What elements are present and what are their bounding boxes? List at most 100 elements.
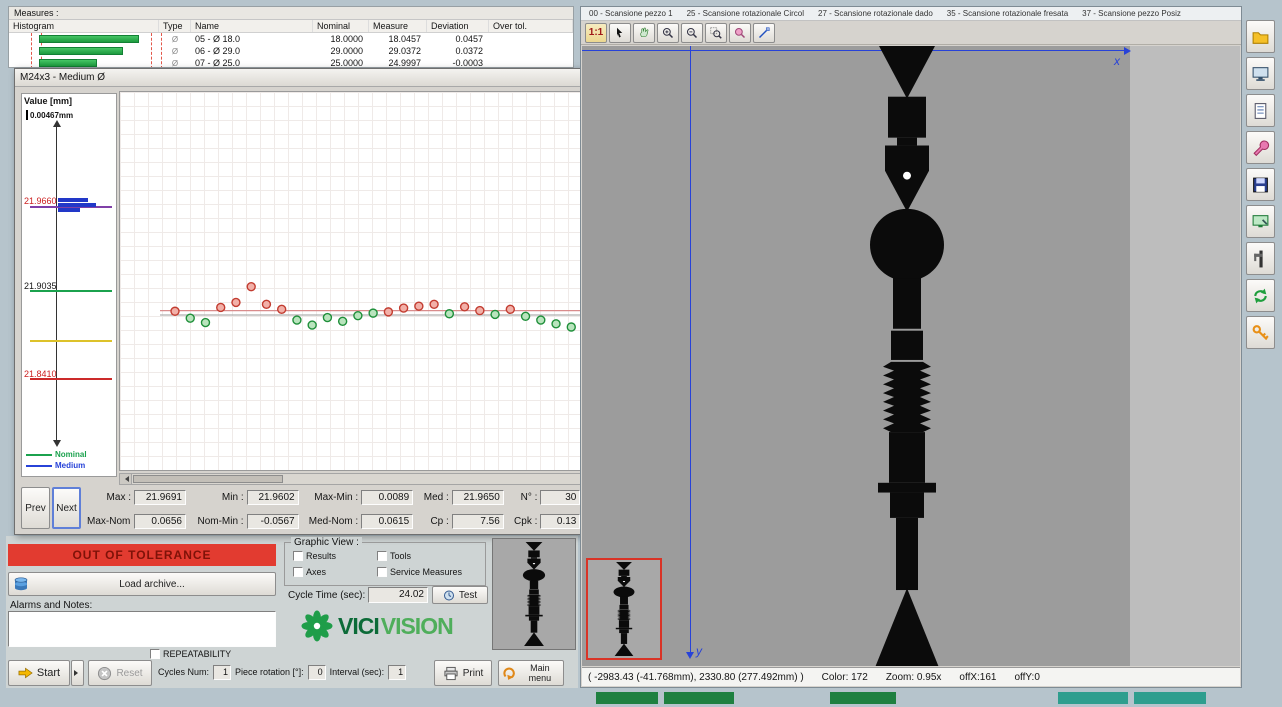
right-toolbar [1246, 20, 1276, 349]
measure-row[interactable]: Ø 07 - Ø 25.0 25.0000 24.9997 -0.0003 [9, 57, 573, 68]
refresh-button[interactable] [1246, 279, 1275, 312]
stat-label: Med : [415, 492, 449, 503]
test-button[interactable]: Test [432, 586, 488, 604]
next-button[interactable]: Next [52, 487, 81, 529]
checkbox-icon[interactable] [377, 567, 387, 577]
measure-name: 06 - Ø 29.0 [191, 46, 313, 56]
taskbar-fragment[interactable] [1134, 692, 1206, 704]
load-archive-label: Load archive... [33, 579, 271, 590]
checkbox-icon[interactable] [293, 567, 303, 577]
alarms-notes-input[interactable] [8, 611, 276, 647]
prev-button[interactable]: Prev [21, 487, 50, 529]
start-arrow-icon [18, 667, 33, 679]
col-type[interactable]: Type [159, 20, 191, 32]
stat-cpk: Cpk :0.13 [505, 514, 580, 529]
col-measure[interactable]: Measure [369, 20, 427, 32]
diameter-icon: Ø [159, 47, 191, 56]
measure-point [308, 321, 316, 329]
report-button[interactable] [1246, 94, 1275, 127]
save-icon [1251, 175, 1270, 195]
scan-canvas[interactable]: x y [582, 46, 1240, 666]
zoom-window-button[interactable] [705, 23, 727, 43]
measure-line-button[interactable] [753, 23, 775, 43]
key-button[interactable] [1246, 316, 1275, 349]
col-overtol[interactable]: Over tol. [489, 20, 573, 32]
part-silhouette-mini [607, 562, 641, 656]
measure-row[interactable]: Ø 05 - Ø 18.0 18.0000 18.0457 0.0457 [9, 33, 573, 45]
start-button[interactable]: Start [8, 660, 70, 686]
part-overview-thumbnail[interactable] [586, 558, 662, 660]
legend-medium: Medium [26, 461, 85, 470]
checkbox-service-measures[interactable]: Service Measures [377, 567, 462, 577]
screen-config-button[interactable] [1246, 205, 1275, 238]
col-name[interactable]: Name [191, 20, 313, 32]
taskbar-fragment[interactable] [596, 692, 658, 704]
checkbox-icon[interactable] [293, 551, 303, 561]
viewer-toolbar: 1:1 [581, 21, 1241, 45]
x-axis-arrow-icon [1124, 47, 1135, 55]
vicivision-logo: VICIVISION [300, 606, 453, 646]
stat-value: 0.0656 [134, 514, 186, 529]
caliper-button[interactable] [1246, 242, 1275, 275]
checkbox-icon[interactable] [377, 551, 387, 561]
checkbox-tools[interactable]: Tools [377, 551, 411, 561]
cycle-settings-row: Cycles Num: 1 Piece rotation [°]: 0 Inte… [158, 662, 406, 682]
zoom-dynamic-button[interactable] [729, 23, 751, 43]
cursor-button[interactable] [609, 23, 631, 43]
repeatability-checkbox[interactable]: REPEATABILITY [150, 649, 231, 659]
zoom-in-button[interactable] [657, 23, 679, 43]
reset-button[interactable]: Reset [88, 660, 152, 686]
deviation-value: -0.0003 [427, 58, 489, 68]
col-deviation[interactable]: Deviation [427, 20, 489, 32]
scroll-left-icon[interactable] [120, 474, 132, 484]
scan-tab-strip: 00 - Scansione pezzo 1 25 - Scansione ro… [581, 7, 1241, 21]
start-options-button[interactable] [71, 660, 84, 686]
checkbox-axes[interactable]: Axes [293, 567, 326, 577]
col-histogram[interactable]: Histogram [9, 20, 159, 32]
out-of-tolerance-banner: OUT OF TOLERANCE [8, 544, 276, 566]
save-button[interactable] [1246, 168, 1275, 201]
col-nominal[interactable]: Nominal [313, 20, 369, 32]
load-archive-button[interactable]: Load archive... [8, 572, 276, 596]
logo-text-vision: VISION [381, 613, 453, 640]
nominal-value: 29.0000 [313, 46, 369, 56]
measure-row[interactable]: Ø 06 - Ø 29.0 29.0000 29.0372 0.0372 [9, 45, 573, 57]
viewer-tab[interactable]: 25 - Scansione rotazionale Circol [687, 9, 804, 18]
checkbox-label: Axes [306, 567, 326, 577]
checkbox-icon[interactable] [150, 649, 160, 659]
one-to-one-button[interactable]: 1:1 [585, 23, 607, 43]
zoom-out-button[interactable] [681, 23, 703, 43]
open-archive-button[interactable] [1246, 20, 1275, 53]
checkbox-label: Tools [390, 551, 411, 561]
start-label: Start [37, 667, 60, 679]
diameter-icon: Ø [159, 35, 191, 44]
display-button[interactable] [1246, 57, 1275, 90]
viewer-tab[interactable]: 37 - Scansione pezzo Posiz [1082, 9, 1181, 18]
logo-text-vici: VICI [338, 613, 379, 640]
scrollbar-thumb[interactable] [133, 475, 283, 483]
zoom-in-icon [662, 26, 674, 40]
y-axis-label: y [696, 644, 702, 658]
checkbox-results[interactable]: Results [293, 551, 336, 561]
piece-rotation-input[interactable]: 0 [308, 665, 326, 680]
pan-hand-button[interactable] [633, 23, 655, 43]
main-menu-button[interactable]: Main menu [498, 660, 564, 686]
measure-name: 05 - Ø 18.0 [191, 34, 313, 44]
taskbar-fragment[interactable] [1058, 692, 1128, 704]
viewer-tab[interactable]: 35 - Scansione rotazionale fresata [947, 9, 1068, 18]
checkbox-label: Results [306, 551, 336, 561]
part-preview-thumbnail[interactable] [492, 538, 576, 650]
taskbar-fragment[interactable] [664, 692, 734, 704]
cycles-num-input[interactable]: 1 [213, 665, 231, 680]
stat-label: N° : [505, 492, 537, 503]
measure-point [461, 303, 469, 311]
viewer-tab[interactable]: 00 - Scansione pezzo 1 [589, 9, 673, 18]
stat-label: Max-Nom : [87, 516, 131, 527]
caliper-icon [1251, 249, 1270, 269]
print-button[interactable]: Print [434, 660, 492, 686]
viewer-tab[interactable]: 27 - Scansione rotazionale dado [818, 9, 933, 18]
tools-button[interactable] [1246, 131, 1275, 164]
diameter-icon: Ø [159, 59, 191, 68]
taskbar-fragment[interactable] [830, 692, 896, 704]
interval-input[interactable]: 1 [388, 665, 406, 680]
